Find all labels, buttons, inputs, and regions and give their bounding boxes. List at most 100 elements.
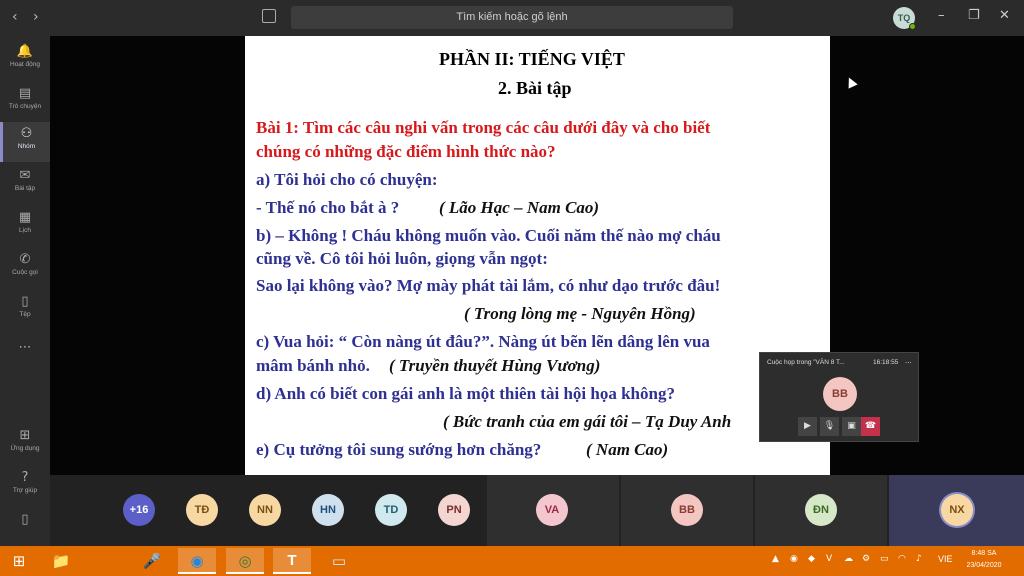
minimize-button[interactable]: –: [938, 8, 945, 23]
tray-shield-icon[interactable]: ◆: [808, 554, 815, 564]
participant-avatar[interactable]: TĐ: [186, 494, 218, 526]
app-rail: 🔔 Hoạt động ▤ Trò chuyện ⚇ Nhóm ✉ Bài tậ…: [0, 36, 50, 546]
item-e-source: ( Nam Cao): [586, 440, 669, 459]
close-button[interactable]: ✕: [999, 8, 1010, 23]
meeting-timer: 16:18:55: [873, 359, 899, 366]
rail-item-assignments[interactable]: ✉ Bài tập: [0, 164, 50, 204]
participant-avatar-speaking[interactable]: NX: [941, 494, 973, 526]
teams-app-icon[interactable]: T: [273, 548, 311, 574]
slide-subheading: 2. Bài tập: [498, 78, 572, 98]
tray-gear-icon[interactable]: ⚙: [862, 554, 870, 564]
shared-slide: PHẦN II: TIẾNG VIỆT 2. Bài tập Bài 1: Tì…: [245, 36, 830, 475]
rail-item-label: Ứng dụng: [10, 445, 40, 452]
item-b-line3: Sao lại không vào? Mợ mày phát tài lắm, …: [256, 276, 721, 295]
chrome-icon[interactable]: ◎: [226, 548, 264, 574]
user-avatar[interactable]: TQ: [893, 7, 916, 30]
participant-avatar[interactable]: PN: [438, 494, 470, 526]
start-icon[interactable]: ⊞: [0, 548, 38, 574]
windows-taskbar: ⊞ 📁 🎤 ◉ ◎ T ▭ ▲ ◉ ◆ V ☁ ⚙ ▭ ◠ ♪ VIE: [0, 546, 1024, 576]
participant-avatar[interactable]: TD: [375, 494, 407, 526]
rail-item-files[interactable]: ▯ Tệp: [0, 290, 50, 330]
calendar-icon: ▦: [18, 210, 32, 225]
meeting-pip-window[interactable]: Cuộc họp trong "VĂN 8 T... 16:18:55 ... …: [759, 352, 919, 442]
tray-chrome-icon[interactable]: ◉: [790, 554, 798, 564]
rail-item-help[interactable]: ? Trợ giúp: [0, 466, 50, 506]
hang-up-icon[interactable]: ☎: [861, 417, 880, 436]
more-icon: ⋯: [18, 340, 32, 355]
photos-icon[interactable]: ▭: [320, 548, 358, 574]
rail-item-label: Nhóm: [17, 143, 36, 150]
clock-time: 8:48 SA: [971, 550, 997, 557]
phone-icon: ✆: [19, 252, 31, 267]
rail-item-label: Trò chuyện: [8, 103, 42, 110]
meeting-title: Cuộc họp trong "VĂN 8 T...: [767, 359, 845, 366]
participant-avatar[interactable]: VA: [536, 494, 568, 526]
more-participants-badge[interactable]: +16: [123, 494, 155, 526]
camera-icon[interactable]: ▶: [798, 417, 817, 436]
apps-icon: ⊞: [19, 428, 31, 443]
more-options-button[interactable]: ...: [905, 356, 912, 365]
item-a-source: ( Lão Hạc – Nam Cao): [439, 198, 600, 217]
share-screen-icon[interactable]: ▣: [842, 417, 861, 436]
rail-item-device[interactable]: ▯: [0, 508, 50, 548]
participant-avatar[interactable]: HN: [312, 494, 344, 526]
rail-item-calls[interactable]: ✆ Cuộc gọi: [0, 248, 50, 288]
rail-item-apps[interactable]: ⊞ Ứng dụng: [0, 424, 50, 464]
recorder-icon[interactable]: 🎤: [133, 548, 171, 574]
teams-icon: ⚇: [20, 126, 33, 141]
participant-avatar[interactable]: NN: [249, 494, 281, 526]
presenter-avatar: BB: [823, 377, 857, 411]
item-c-source: ( Truyền thuyết Hùng Vương): [389, 356, 601, 375]
rail-item-label: Trợ giúp: [12, 487, 38, 494]
rail-item-label: Hoạt động: [10, 61, 40, 68]
slide-heading: PHẦN II: TIẾNG VIỆT: [439, 49, 625, 69]
item-a-quote: - Thế nó cho bắt à ?: [256, 198, 400, 217]
help-icon: ?: [21, 470, 29, 485]
taskbar-clock[interactable]: 8:48 SA 23/04/2020: [963, 548, 1005, 572]
file-explorer-icon[interactable]: 📁: [42, 548, 80, 574]
exercise-title-line2: chúng có những đặc điểm hình thức nào?: [256, 142, 556, 161]
item-e-line: e) Cụ tưởng tôi sung sướng hơn chăng?: [256, 440, 542, 459]
rail-item-teams[interactable]: ⚇ Nhóm: [0, 122, 50, 162]
search-input[interactable]: Tìm kiếm hoặc gõ lệnh: [291, 6, 733, 29]
rail-item-chat[interactable]: ▤ Trò chuyện: [0, 82, 50, 122]
back-arrow-icon[interactable]: ‹: [12, 9, 18, 25]
assignments-icon: ✉: [19, 168, 31, 183]
rail-item-label: Lịch: [19, 227, 31, 234]
participant-avatar[interactable]: BB: [671, 494, 703, 526]
tray-cloud-icon[interactable]: ☁: [844, 554, 853, 564]
rail-item-label: Tệp: [19, 311, 31, 318]
compose-icon[interactable]: [262, 9, 276, 23]
item-c-line2: mâm bánh nhỏ.: [256, 356, 370, 375]
item-c-line1: c) Vua hỏi: “ Còn nàng út đâu?”. Nàng út…: [256, 332, 710, 351]
rail-item-label: Bài tập: [14, 185, 36, 192]
item-b-line1: b) – Không ! Cháu không muốn vào. Cuối n…: [256, 226, 721, 245]
rail-item-calendar[interactable]: ▦ Lịch: [0, 206, 50, 246]
tray-v-icon[interactable]: V: [826, 554, 832, 564]
language-indicator[interactable]: VIE: [938, 554, 953, 564]
presence-available-icon: [909, 23, 916, 30]
mic-icon[interactable]: 🎙: [820, 417, 839, 436]
clock-date: 23/04/2020: [966, 562, 1002, 569]
maximize-button[interactable]: ❐: [968, 8, 980, 23]
participant-avatar[interactable]: ĐN: [805, 494, 837, 526]
item-a-line: a) Tôi hỏi cho có chuyện:: [256, 170, 438, 189]
item-d-line: d) Anh có biết con gái anh là một thiên …: [256, 384, 675, 403]
tray-network-icon[interactable]: ▲: [772, 554, 779, 564]
user-initials: TQ: [897, 13, 911, 23]
browser-icon[interactable]: ◉: [178, 548, 216, 574]
files-icon: ▯: [21, 294, 29, 309]
exercise-title-line1: Bài 1: Tìm các câu nghi vấn trong các câ…: [256, 118, 711, 137]
forward-arrow-icon[interactable]: ›: [33, 9, 39, 25]
item-b-line2: cũng về. Cô tôi hỏi luôn, giọng vẫn ngọt…: [256, 249, 548, 268]
title-bar: ‹ › Tìm kiếm hoặc gõ lệnh TQ – ❐ ✕: [0, 0, 1024, 36]
rail-item-more[interactable]: ⋯: [0, 336, 50, 376]
tray-wifi-icon[interactable]: ◠: [898, 554, 906, 564]
bell-icon: 🔔: [16, 44, 34, 59]
rail-item-label: Cuộc gọi: [12, 269, 38, 276]
tray-volume-icon[interactable]: ♪: [916, 554, 922, 564]
chat-icon: ▤: [18, 86, 32, 101]
device-icon: ▯: [21, 512, 29, 527]
tray-monitor-icon[interactable]: ▭: [880, 554, 889, 564]
rail-item-activity[interactable]: 🔔 Hoạt động: [0, 40, 50, 80]
